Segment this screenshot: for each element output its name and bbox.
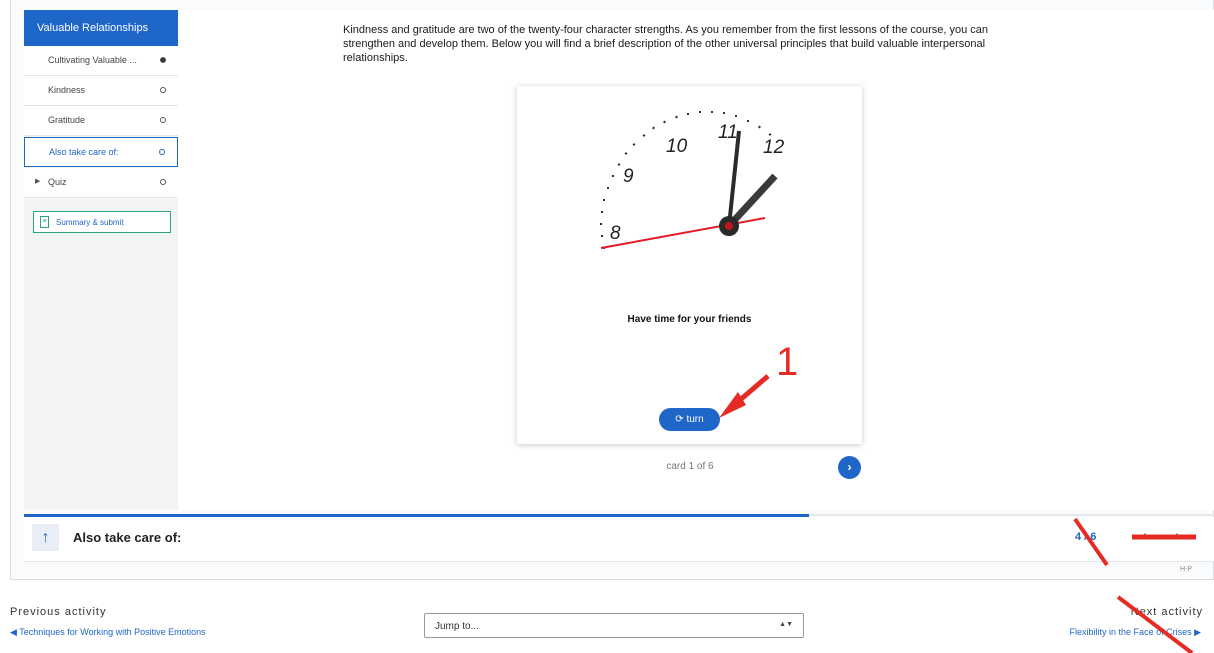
status-empty-icon (160, 179, 166, 185)
hp-tag: H-P (1180, 566, 1193, 573)
refresh-icon: ⟳ (675, 414, 684, 425)
jump-to-value: Jump to... (435, 621, 479, 632)
clock-image: 8 9 10 11 12 (600, 111, 785, 249)
turn-card-button[interactable]: ⟳ turn (659, 408, 720, 431)
previous-activity-link[interactable]: ◀ Techniques for Working with Positive E… (10, 627, 206, 638)
lesson-sidebar: Valuable Relationships Cultivating Valua… (24, 10, 178, 510)
scroll-up-button[interactable]: ↑ (32, 524, 59, 551)
section-bar (24, 517, 1214, 562)
document-icon: ≡ (40, 216, 49, 228)
sidebar-item-label: Also take care of: (49, 147, 119, 157)
next-activity-link[interactable]: Flexibility in the Face of Crises ▶ (1070, 627, 1201, 638)
clock-number: 9 (623, 166, 634, 187)
sidebar-item-label: Cultivating Valuable ... (48, 55, 137, 65)
select-arrows-icon: ▲▼ (779, 621, 793, 628)
prev-page-button[interactable]: ‹ (1142, 527, 1147, 543)
clock-number: 8 (610, 223, 621, 244)
status-empty-icon (159, 149, 165, 155)
status-empty-icon (160, 87, 166, 93)
arrow-up-icon: ↑ (41, 529, 50, 546)
chevron-left-icon: ‹ (1142, 527, 1147, 543)
sidebar-item-label: Kindness (48, 85, 86, 95)
status-filled-icon (160, 57, 166, 63)
sidebar-item-also-take-care[interactable]: Also take care of: (24, 137, 178, 167)
turn-button-label: turn (686, 414, 704, 425)
card-counter: card 1 of 6 (666, 461, 714, 472)
sidebar-item-kindness[interactable]: Kindness (24, 76, 178, 106)
hour-hand (726, 173, 778, 229)
second-hand (600, 217, 766, 249)
sidebar-item-cultivating[interactable]: Cultivating Valuable ... (24, 46, 178, 76)
clock-number: 11 (718, 122, 738, 143)
flashcard-caption: Have time for your friends (627, 314, 752, 325)
clock-number: 10 (666, 136, 688, 157)
status-empty-icon (160, 117, 166, 123)
next-card-button[interactable]: › (838, 456, 861, 479)
next-page-button[interactable]: › (1175, 527, 1180, 543)
sidebar-item-quiz[interactable]: ▶ Quiz (24, 168, 178, 198)
sidebar-item-gratitude[interactable]: Gratitude (24, 106, 178, 136)
page-counter: 4 / 6 (1075, 531, 1097, 543)
annotation-number: 1 (776, 340, 799, 384)
summary-submit-label: Summary & submit (56, 218, 124, 227)
summary-submit-button[interactable]: ≡ Summary & submit (33, 211, 171, 233)
flashcard[interactable]: 8 9 10 11 12 Have time for your friends … (517, 86, 862, 444)
intro-paragraph: Kindness and gratitude are two of the tw… (343, 24, 989, 64)
clock-number: 12 (763, 137, 785, 158)
expand-triangle-icon[interactable]: ▶ (35, 177, 40, 185)
sidebar-header[interactable]: Valuable Relationships (24, 10, 178, 46)
previous-activity-label: Previous activity (10, 606, 107, 618)
sidebar-item-label: Quiz (48, 177, 67, 187)
chevron-right-icon: › (847, 460, 852, 474)
sidebar-item-label: Gratitude (48, 115, 86, 125)
section-title: Also take care of: (73, 530, 182, 545)
jump-to-select[interactable]: Jump to... ▲▼ (424, 613, 804, 638)
chevron-right-icon: › (1175, 527, 1180, 543)
next-activity-label: Next activity (1130, 606, 1203, 618)
